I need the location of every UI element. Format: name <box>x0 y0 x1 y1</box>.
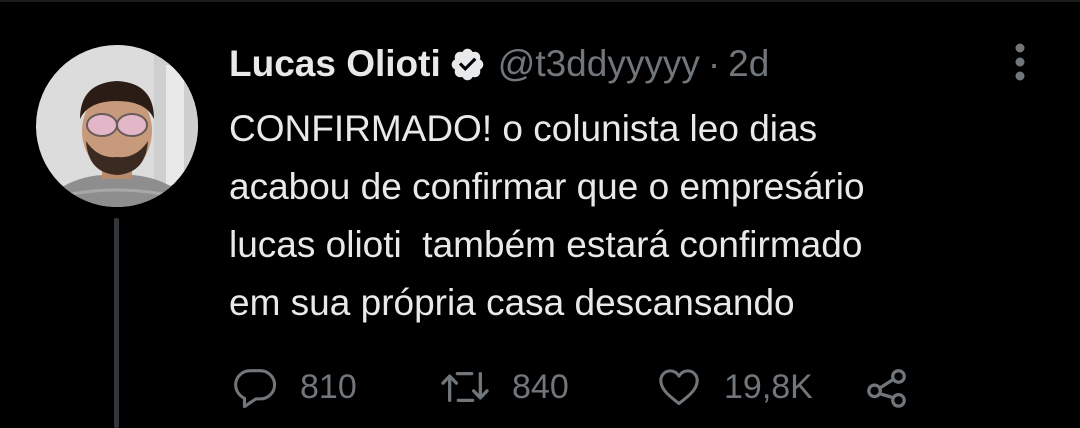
tweet-text-line: acabou de confirmar que o empresário <box>229 166 865 207</box>
tweet-text-line: CONFIRMADO! o colunista leo dias <box>229 108 818 149</box>
top-divider <box>0 0 1080 2</box>
tweet-header: Lucas Olioti @t3ddyyyyy · 2d <box>229 40 769 88</box>
reply-button[interactable]: 810 <box>232 362 357 412</box>
tweet-text: CONFIRMADO! o colunista leo dias acabou … <box>229 100 1049 332</box>
avatar[interactable] <box>36 45 198 207</box>
avatar-photo <box>36 45 198 207</box>
handle[interactable]: @t3ddyyyyy <box>498 43 700 85</box>
retweet-button[interactable]: 840 <box>440 362 569 412</box>
timestamp[interactable]: 2d <box>728 43 769 85</box>
like-button[interactable]: 19,8K <box>656 362 813 412</box>
share-button[interactable] <box>864 362 910 412</box>
like-count: 19,8K <box>724 367 813 406</box>
verified-badge-icon <box>449 46 486 83</box>
more-options-icon[interactable] <box>1004 40 1036 84</box>
display-name[interactable]: Lucas Olioti <box>229 43 441 85</box>
thread-line <box>114 218 119 428</box>
reply-icon <box>232 364 278 410</box>
retweet-icon <box>440 364 490 410</box>
share-icon <box>864 364 910 410</box>
heart-icon <box>656 364 702 410</box>
action-bar: 810 840 19,8K <box>232 362 932 412</box>
separator-dot: · <box>707 43 721 84</box>
tweet-text-line: lucas olioti também estará confirmado <box>229 224 863 265</box>
tweet-text-line: em sua própria casa descansando <box>229 282 795 323</box>
retweet-count: 840 <box>512 367 569 406</box>
reply-count: 810 <box>300 367 357 406</box>
